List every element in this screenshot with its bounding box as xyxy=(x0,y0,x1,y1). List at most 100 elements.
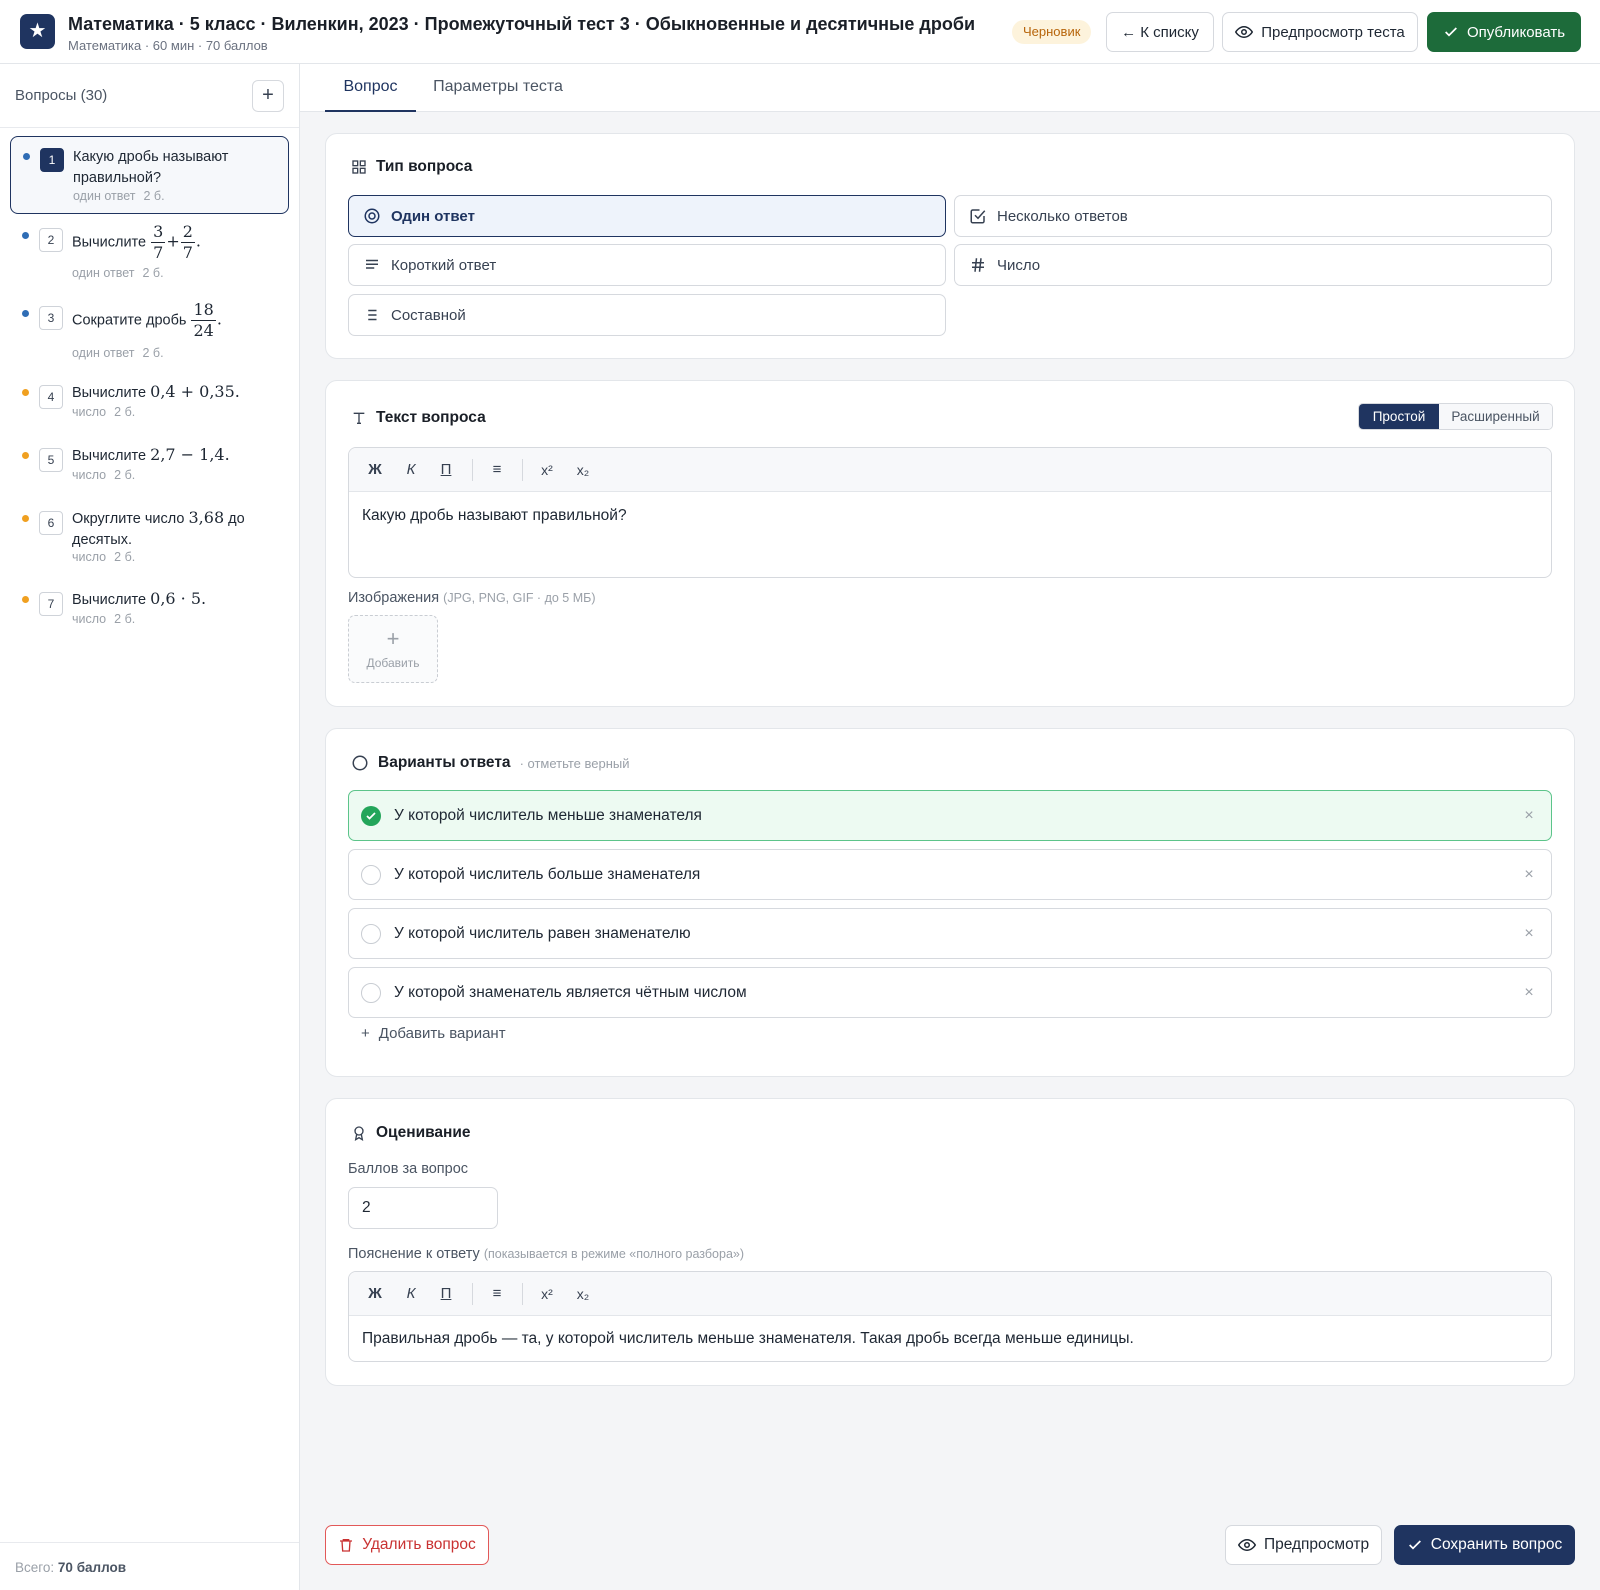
question-list-item-7[interactable]: 7 Вычислите 0,6 · 5. число 2 б. xyxy=(10,588,289,640)
award-icon xyxy=(354,1126,364,1142)
question-text-prefix: Вычислите xyxy=(72,385,147,401)
answers-title: Варианты ответа · отметьте верный xyxy=(351,754,630,772)
bold-button[interactable]: Ж xyxy=(362,1282,388,1306)
answer-text[interactable]: У которой знаменатель является чётным чи… xyxy=(394,984,1507,1002)
type-composite-option[interactable]: Составной xyxy=(348,294,946,336)
remove-answer-icon[interactable]: × xyxy=(1507,984,1551,1002)
answer-radio[interactable] xyxy=(361,864,381,885)
question-list-item-4[interactable]: 4 Вычислите 0,4 + 0,35. число 2 б. xyxy=(10,381,289,433)
answers-hint: · отметьте верный xyxy=(519,755,630,771)
eye-icon xyxy=(1235,25,1254,39)
add-variant-button[interactable]: + Добавить вариант xyxy=(361,1025,506,1042)
question-list-item-6[interactable]: 6 Округлите число 3,68 до десятых. число… xyxy=(10,507,289,577)
plus-icon: + xyxy=(361,1025,370,1042)
tab-test-params[interactable]: Параметры теста xyxy=(430,64,566,112)
question-list-item-1[interactable]: 1 Какую дробь называют правильной? один … xyxy=(10,136,289,214)
question-text-input[interactable]: Какую дробь называют правильной? xyxy=(349,492,1551,540)
question-meta: число 2 б. xyxy=(72,550,135,564)
answer-radio[interactable] xyxy=(361,923,381,944)
remove-answer-icon[interactable]: × xyxy=(1507,807,1551,825)
formatting-toolbar: Ж К П ≡ x² x₂ xyxy=(349,448,1551,492)
question-points: 2 б. xyxy=(142,346,164,360)
italic-button[interactable]: К xyxy=(398,1282,424,1306)
question-type: число xyxy=(72,468,107,482)
status-badge: Черновик xyxy=(1012,20,1092,44)
question-points: 2 б. xyxy=(114,468,136,482)
question-number: 5 xyxy=(39,448,63,472)
question-text-prefix: Сократите дробь xyxy=(72,312,187,329)
type-single-answer-label: Один ответ xyxy=(391,207,475,225)
mode-simple-button[interactable]: Простой xyxy=(1359,404,1439,429)
answers-title-text: Варианты ответа xyxy=(378,754,511,771)
images-label: Изображения (JPG, PNG, GIF · до 5 МБ) xyxy=(348,590,596,606)
app-header: ★ Математика · 5 класс · Виленкин, 2023 … xyxy=(0,0,1600,64)
add-image-button[interactable]: + Добавить xyxy=(348,615,438,683)
publish-label: Опубликовать xyxy=(1466,23,1566,41)
fraction-numerator: 18 xyxy=(191,300,216,321)
question-type-dot xyxy=(22,310,29,317)
answer-text[interactable]: У которой числитель больше знаменателя xyxy=(394,866,1507,884)
superscript-button[interactable]: x² xyxy=(534,1282,560,1306)
check-icon xyxy=(1445,27,1457,37)
underline-button[interactable]: П xyxy=(433,1282,459,1306)
question-type-dot xyxy=(22,596,29,603)
explanation-input[interactable]: Правильная дробь — та, у которой числите… xyxy=(349,1316,1551,1361)
question-list-item-5[interactable]: 5 Вычислите 2,7 − 1,4. число 2 б. xyxy=(10,444,289,496)
type-multiple-answers-option[interactable]: Несколько ответов xyxy=(954,195,1552,237)
explanation-label-text: Пояснение к ответу xyxy=(348,1246,480,1262)
question-type: число xyxy=(72,612,107,626)
question-meta: число 2 б. xyxy=(72,405,135,419)
math-expression: 0,6 · 5. xyxy=(150,589,207,608)
toolbar-divider xyxy=(472,459,473,481)
question-text: Вычислите 0,6 · 5. xyxy=(72,588,284,611)
question-type: один ответ xyxy=(72,346,135,360)
type-multiple-answers-label: Несколько ответов xyxy=(997,207,1128,225)
superscript-button[interactable]: x² xyxy=(534,458,560,482)
question-text-prefix: Вычислите xyxy=(72,592,147,608)
save-question-button[interactable]: Сохранить вопрос xyxy=(1394,1525,1575,1565)
list-button[interactable]: ≡ xyxy=(484,458,510,482)
math-expression: 2,7 − 1,4. xyxy=(150,445,230,464)
preview-button[interactable]: Предпросмотр xyxy=(1225,1525,1382,1565)
formatting-toolbar: Ж К П ≡ x² x₂ xyxy=(349,1272,1551,1316)
points-input[interactable]: 2 xyxy=(348,1187,498,1229)
question-text-prefix: Вычислите xyxy=(72,234,147,251)
checkbox-checked-icon xyxy=(970,209,986,224)
type-single-answer-option[interactable]: Один ответ xyxy=(348,195,946,237)
sidebar-footer: Всего: 70 баллов xyxy=(0,1542,299,1590)
back-to-list-button[interactable]: ← К списку xyxy=(1106,12,1214,52)
mode-extended-button[interactable]: Расширенный xyxy=(1439,404,1552,429)
bold-button[interactable]: Ж xyxy=(362,458,388,482)
question-number: 2 xyxy=(39,228,63,252)
answer-text[interactable]: У которой числитель меньше знаменателя xyxy=(394,807,1507,825)
preview-test-button[interactable]: Предпросмотр теста xyxy=(1222,12,1418,52)
add-image-label: Добавить xyxy=(366,656,420,670)
subscript-button[interactable]: x₂ xyxy=(570,1282,596,1306)
add-question-button[interactable]: + xyxy=(252,80,284,112)
italic-button[interactable]: К xyxy=(398,458,424,482)
trash-icon xyxy=(340,1539,353,1552)
tab-question[interactable]: Вопрос xyxy=(325,64,416,112)
correct-check-icon[interactable] xyxy=(361,805,381,826)
type-short-answer-option[interactable]: Короткий ответ xyxy=(348,244,946,286)
answer-text[interactable]: У которой числитель равен знаменателю xyxy=(394,925,1507,943)
list-button[interactable]: ≡ xyxy=(484,1282,510,1306)
question-number: 1 xyxy=(40,148,64,172)
underline-button[interactable]: П xyxy=(433,458,459,482)
text-lines-icon xyxy=(366,259,378,269)
question-meta: число 2 б. xyxy=(72,612,135,626)
type-number-option[interactable]: Число xyxy=(954,244,1552,286)
answers-card: Варианты ответа · отметьте верный У кото… xyxy=(325,728,1575,1077)
answer-option: У которой числитель меньше знаменателя × xyxy=(348,790,1552,841)
question-list-item-2[interactable]: 2 Вычислите 3 7 +2 7. один ответ 2 б. xyxy=(10,222,289,288)
type-number-label: Число xyxy=(997,256,1041,274)
remove-answer-icon[interactable]: × xyxy=(1507,866,1551,884)
grading-title: Оценивание xyxy=(351,1124,471,1142)
publish-button[interactable]: Опубликовать xyxy=(1427,12,1581,52)
delete-question-button[interactable]: Удалить вопрос xyxy=(325,1525,489,1565)
question-list-item-3[interactable]: 3 Сократите дробь 18 24. один ответ 2 б. xyxy=(10,300,289,366)
remove-answer-icon[interactable]: × xyxy=(1507,925,1551,943)
answer-radio[interactable] xyxy=(361,982,381,1003)
sidebar-header: Вопросы (30) + xyxy=(0,64,299,128)
subscript-button[interactable]: x₂ xyxy=(570,458,596,482)
